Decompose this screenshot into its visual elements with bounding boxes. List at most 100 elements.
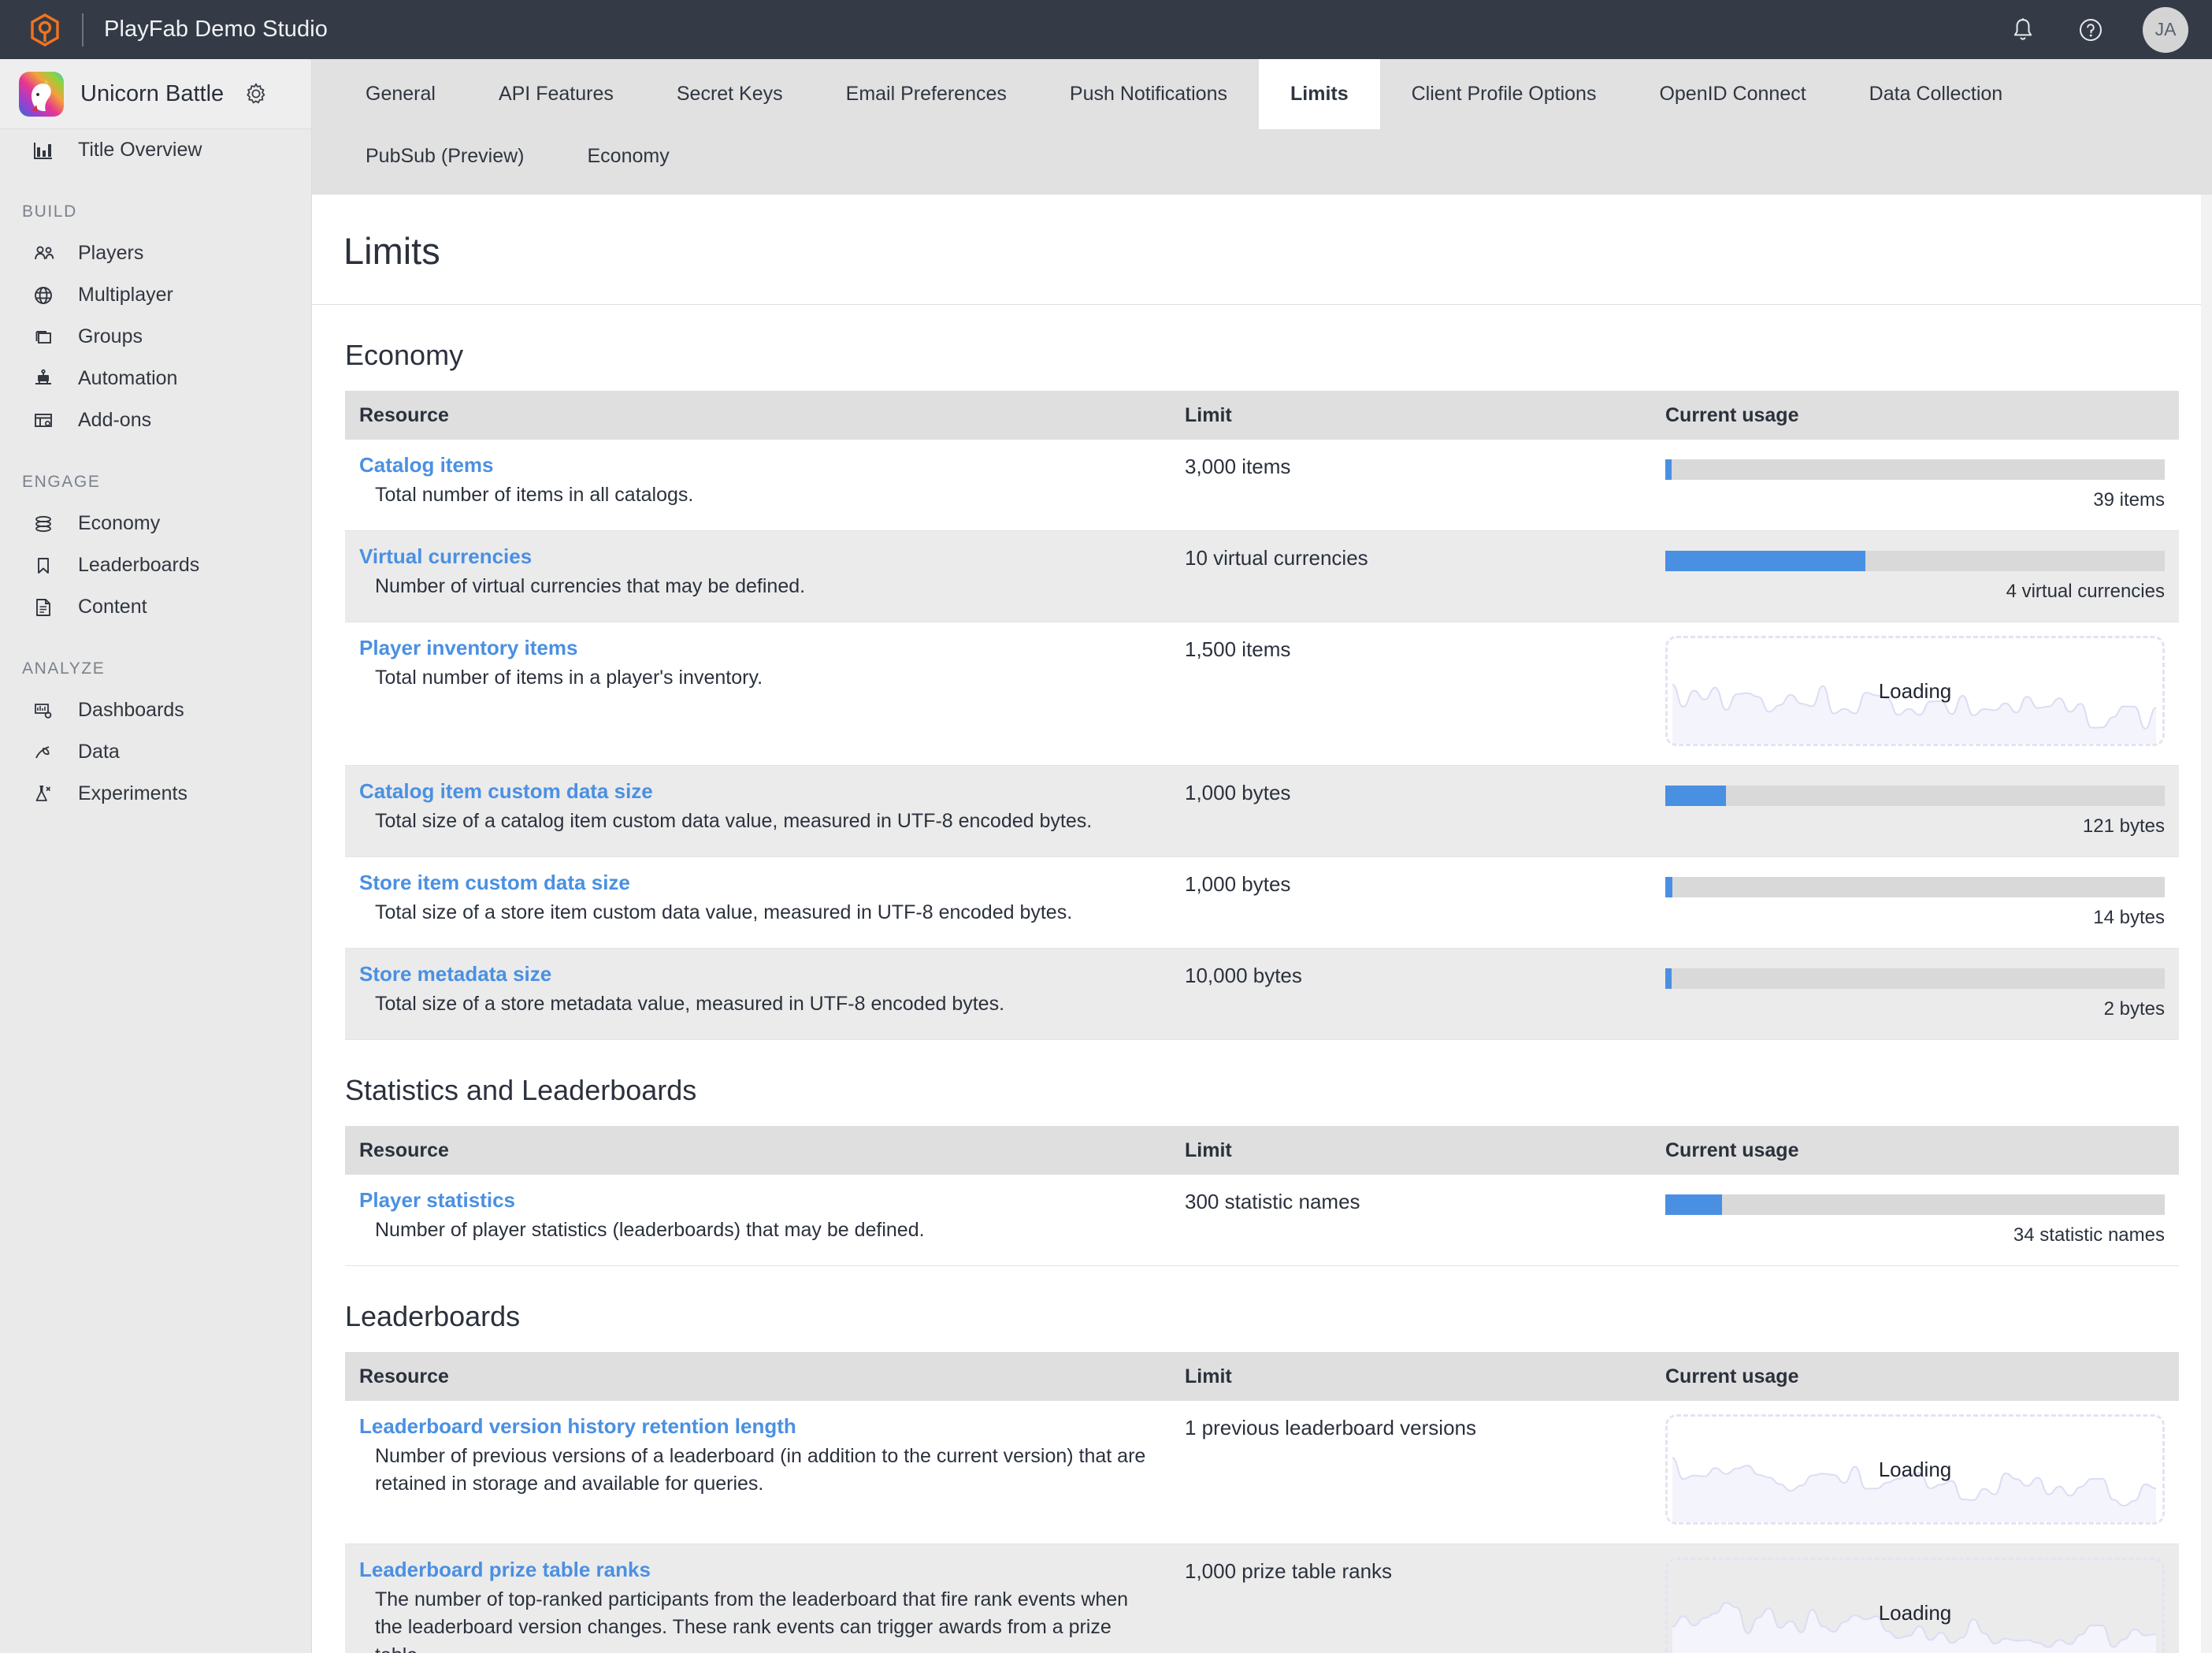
tab-client-profile-options[interactable]: Client Profile Options <box>1380 59 1628 129</box>
usage-bar-fill <box>1665 1194 1722 1215</box>
cell-usage: Loading <box>1651 622 2179 766</box>
usage-meter: 4 virtual currencies <box>1665 544 2165 603</box>
limit-value: 3,000 items <box>1185 453 1637 479</box>
resource-link[interactable]: Leaderboard version history retention le… <box>359 1414 1156 1439</box>
avatar[interactable]: JA <box>2143 7 2188 53</box>
cell-resource: Catalog item custom data sizeTotal size … <box>345 766 1171 857</box>
playfab-hex-logo-icon[interactable] <box>28 13 61 46</box>
bell-icon[interactable] <box>2007 14 2039 46</box>
table-row: Player statisticsNumber of player statis… <box>345 1175 2179 1266</box>
globe-icon <box>33 285 60 306</box>
sidebar-item-experiments[interactable]: Experiments <box>0 773 311 815</box>
sidebar-item-label: Experiments <box>78 782 187 805</box>
table-header-row: ResourceLimitCurrent usage <box>345 1352 2179 1401</box>
tab-economy[interactable]: Economy <box>555 129 700 184</box>
limit-value: 1,000 bytes <box>1185 779 1637 805</box>
sidebar-item-content[interactable]: Content <box>0 586 311 628</box>
sidebar-item-label: Groups <box>78 325 143 348</box>
sidebar-item-label: Multiplayer <box>78 284 173 306</box>
tab-secret-keys[interactable]: Secret Keys <box>645 59 815 129</box>
column-header-limit: Limit <box>1171 391 1651 440</box>
sidebar-item-groups[interactable]: Groups <box>0 316 311 358</box>
usage-bar-track <box>1665 1194 2165 1215</box>
usage-caption: 34 statistic names <box>1665 1224 2165 1246</box>
sidebar-item-leaderboards[interactable]: Leaderboards <box>0 544 311 586</box>
loading-label: Loading <box>1668 1560 2162 1653</box>
sidebar-item-multiplayer[interactable]: Multiplayer <box>0 274 311 316</box>
addons-icon <box>33 410 60 431</box>
table-header-row: ResourceLimitCurrent usage <box>345 391 2179 440</box>
resource-link[interactable]: Catalog items <box>359 453 1156 477</box>
sidebar-item-add-ons[interactable]: Add-ons <box>0 399 311 441</box>
question-circle-icon[interactable] <box>2075 14 2106 46</box>
sidebar-item-label: Content <box>78 596 147 618</box>
usage-caption: 121 bytes <box>1665 815 2165 838</box>
top-bar: PlayFab Demo Studio JA <box>0 0 2212 59</box>
tab-api-features[interactable]: API Features <box>467 59 645 129</box>
limits-table: ResourceLimitCurrent usageCatalog itemsT… <box>345 391 2179 1040</box>
sidebar-item-data[interactable]: Data <box>0 731 311 773</box>
table-header-row: ResourceLimitCurrent usage <box>345 1126 2179 1175</box>
usage-meter: 34 statistic names <box>1665 1188 2165 1246</box>
sidebar-item-title-overview[interactable]: Title Overview <box>0 129 311 171</box>
tab-pubsub-preview[interactable]: PubSub (Preview) <box>334 129 555 184</box>
usage-meter: 2 bytes <box>1665 962 2165 1020</box>
resource-link[interactable]: Store metadata size <box>359 962 1156 986</box>
sidebar-item-label: Automation <box>78 367 177 390</box>
sidebar-item-players[interactable]: Players <box>0 232 311 274</box>
table-row: Store metadata sizeTotal size of a store… <box>345 949 2179 1040</box>
title-selector[interactable]: Unicorn Battle <box>0 59 311 129</box>
usage-bar-fill <box>1665 459 1672 480</box>
unicorn-thumbnail-icon <box>19 72 64 117</box>
sidebar-item-automation[interactable]: Automation <box>0 358 311 399</box>
resource-link[interactable]: Store item custom data size <box>359 871 1156 895</box>
resource-description: Number of virtual currencies that may be… <box>359 573 1156 601</box>
limit-value: 10 virtual currencies <box>1185 544 1637 570</box>
resource-link[interactable]: Player statistics <box>359 1188 1156 1213</box>
tab-data-collection[interactable]: Data Collection <box>1838 59 2035 129</box>
usage-meter: 121 bytes <box>1665 779 2165 838</box>
table-row: Leaderboard prize table ranksThe number … <box>345 1544 2179 1653</box>
usage-loading-placeholder: Loading <box>1665 1414 2165 1525</box>
sidebar-item-label: Add-ons <box>78 409 151 432</box>
resource-link[interactable]: Virtual currencies <box>359 544 1156 569</box>
section-heading: Leaderboards <box>345 1300 2179 1333</box>
limit-value: 1,500 items <box>1185 636 1637 662</box>
tab-general[interactable]: General <box>334 59 467 129</box>
sidebar: Unicorn Battle Title Overview BUILD <box>0 59 312 1653</box>
resource-description: Number of previous versions of a leaderb… <box>359 1443 1156 1499</box>
gear-icon[interactable] <box>244 82 268 106</box>
tab-email-preferences[interactable]: Email Preferences <box>815 59 1038 129</box>
layers-icon <box>33 327 60 347</box>
resource-link[interactable]: Player inventory items <box>359 636 1156 660</box>
column-header-resource: Resource <box>345 1126 1171 1175</box>
sidebar-item-economy[interactable]: Economy <box>0 503 311 544</box>
tab-openid-connect[interactable]: OpenID Connect <box>1627 59 1837 129</box>
sidebar-item-dashboards[interactable]: Dashboards <box>0 689 311 731</box>
column-header-usage: Current usage <box>1651 1126 2179 1175</box>
resource-link[interactable]: Leaderboard prize table ranks <box>359 1558 1156 1582</box>
cell-resource: Catalog itemsTotal number of items in al… <box>345 440 1171 531</box>
column-header-usage: Current usage <box>1651 391 2179 440</box>
loading-label: Loading <box>1668 1417 2162 1522</box>
usage-caption: 14 bytes <box>1665 907 2165 929</box>
sidebar-item-label: Data <box>78 741 120 763</box>
tab-row-primary: General API Features Secret Keys Email P… <box>334 59 2212 129</box>
document-icon <box>33 597 60 618</box>
tab-limits[interactable]: Limits <box>1259 59 1380 129</box>
cell-limit: 10 virtual currencies <box>1171 531 1651 622</box>
usage-bar-fill <box>1665 968 1672 989</box>
sidebar-item-label: Title Overview <box>78 139 202 162</box>
sidebar-item-label: Leaderboards <box>78 554 199 577</box>
cell-limit: 1,500 items <box>1171 622 1651 766</box>
usage-bar-fill <box>1665 786 1726 806</box>
usage-bar-track <box>1665 968 2165 989</box>
studio-name: PlayFab Demo Studio <box>104 17 328 43</box>
column-header-limit: Limit <box>1171 1352 1651 1401</box>
cell-usage: 14 bytes <box>1651 857 2179 949</box>
resource-link[interactable]: Catalog item custom data size <box>359 779 1156 804</box>
usage-loading-placeholder: Loading <box>1665 636 2165 746</box>
tab-push-notifications[interactable]: Push Notifications <box>1038 59 1259 129</box>
vertical-scrollbar[interactable] <box>2201 195 2212 1653</box>
main-content: Limits EconomyResourceLimitCurrent usage… <box>312 195 2212 1653</box>
